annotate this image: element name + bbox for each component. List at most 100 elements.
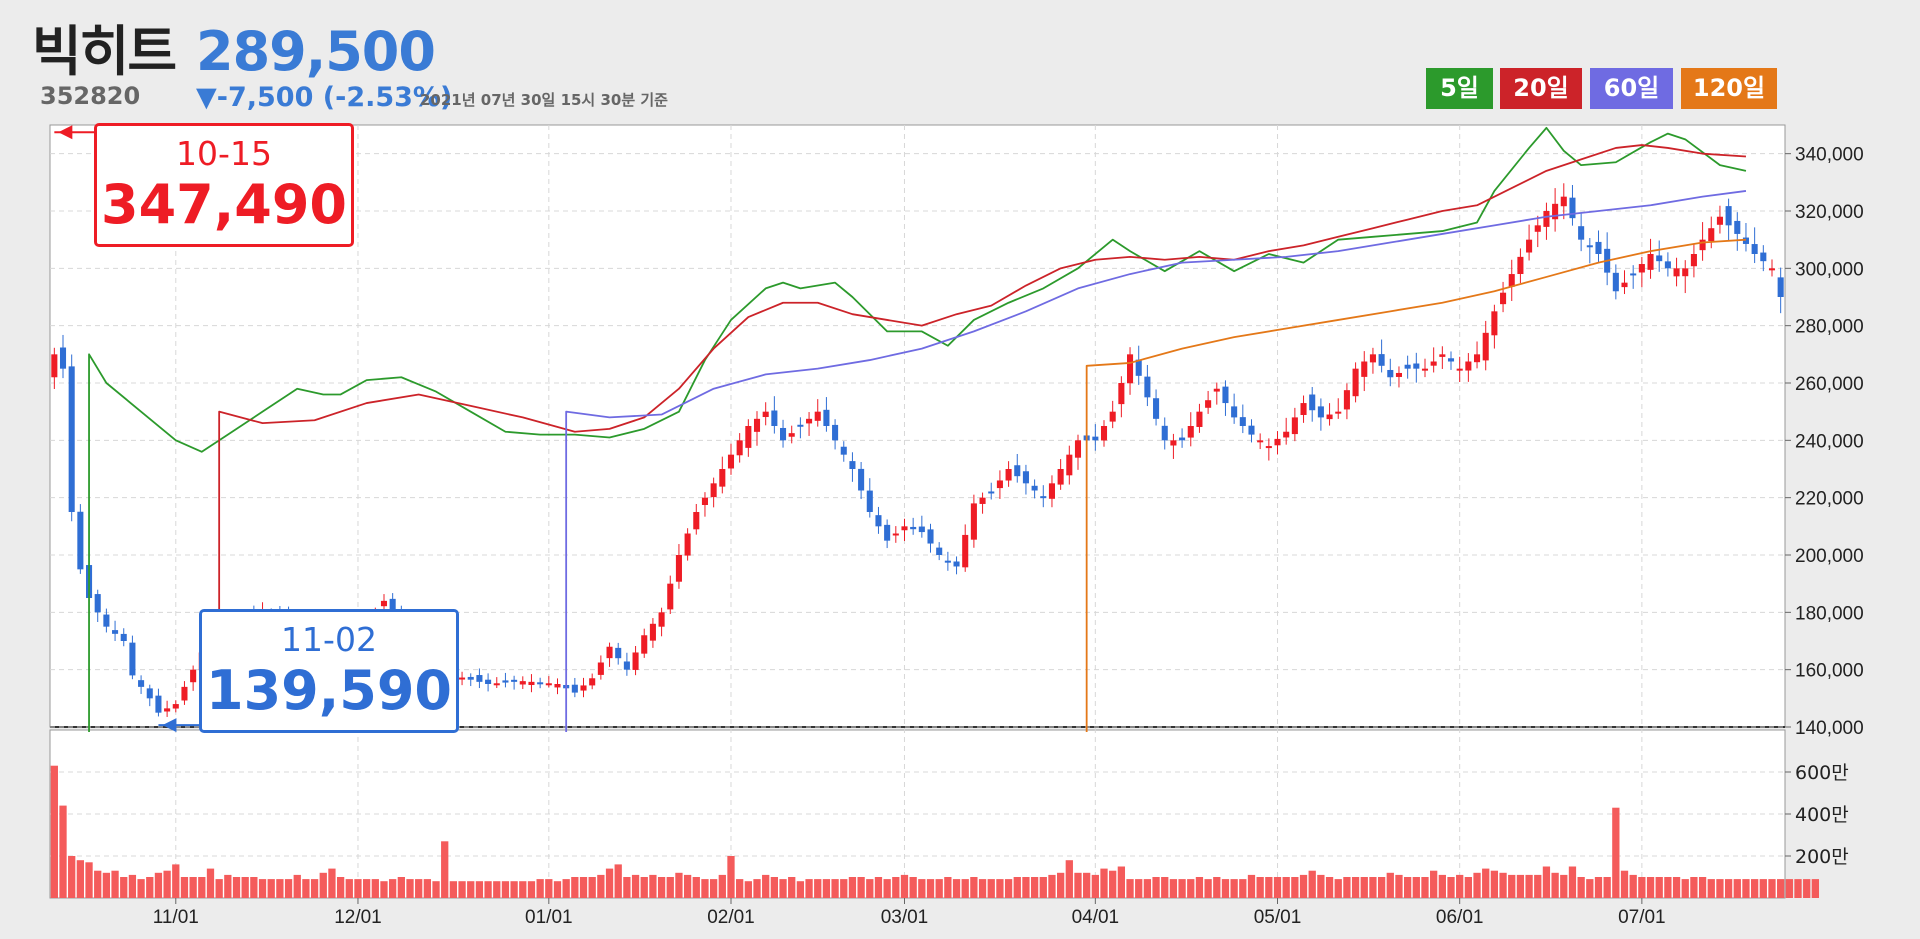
volume-bar [154,872,163,898]
volume-bar [310,879,319,898]
candle-body [1213,388,1220,392]
volume-tick-label: 600만 [1795,762,1849,784]
candle-body [1135,359,1142,376]
candle-body [537,682,544,685]
volume-bar [1681,879,1689,898]
volume-bar [1273,877,1282,898]
volume-bar [1421,877,1429,898]
candle-body [1482,332,1489,361]
volume-bar [1482,868,1490,898]
candle-body [1734,220,1741,234]
volume-bar [397,877,405,898]
date-tick-label: 11/01 [153,907,199,928]
volume-bar [649,874,657,898]
candle-body [571,684,578,693]
candle-body [1187,426,1194,438]
candle-body [970,503,977,540]
candle-body [1092,436,1099,441]
volume-bar [1499,872,1507,898]
volume-bar [866,879,874,898]
volume-bar [284,879,293,898]
volume-bar [1412,877,1420,898]
volume-bar [562,879,570,898]
volume-bar [1811,879,1820,898]
volume-bar [796,881,805,898]
volume-bar [50,765,58,898]
volume-bar [1074,872,1082,898]
volume-bar [675,872,683,898]
candle-body [1552,203,1559,220]
volume-bar [68,856,76,898]
candle-body [1369,354,1376,363]
volume-bar [1239,879,1247,898]
candle-body [1430,361,1437,366]
candle-body [1725,206,1732,226]
volume-tick-label: 400만 [1795,804,1849,826]
date-tick-label: 06/01 [1436,907,1484,928]
candle-body [1500,292,1507,305]
candle-body [849,461,856,469]
volume-bar [1360,877,1368,898]
volume-bar [1030,877,1039,898]
candle-body [684,533,691,556]
candle-body [164,708,171,712]
candle-body [944,560,951,563]
date-tick-label: 02/01 [707,907,755,928]
date-tick-label: 05/01 [1254,907,1302,928]
volume-bar [779,879,787,898]
volume-bar [380,881,388,898]
volume-bar [770,877,779,898]
candle-body [476,675,483,682]
volume-bar [848,877,857,898]
volume-bar [232,877,241,898]
volume-bar [449,881,458,898]
candle-body [988,491,995,494]
volume-bar [692,877,700,898]
volume-bar [250,877,258,898]
volume-bar [1586,879,1594,898]
high-annotation: 10-15 347,490 [94,123,354,247]
volume-bar [736,879,744,898]
candle-body [1274,438,1281,446]
volume-bar [935,879,943,898]
price-tick-label: 240,000 [1795,431,1864,452]
low-value: 139,590 [206,659,452,722]
candle-body [485,679,492,684]
candle-body [736,440,743,456]
candle-body [727,454,735,469]
candle-body [77,511,84,570]
candle-body [1014,465,1021,477]
candle-body [875,515,882,527]
candle-body [701,497,708,505]
volume-bar [1759,879,1767,898]
volume-bar [909,877,917,898]
candle-body [172,704,179,709]
volume-bar [1568,866,1577,898]
volume-bar [1308,870,1316,898]
volume-bar [1733,879,1741,898]
candle-body [675,555,682,582]
volume-bar [224,874,232,898]
candle-body [1109,411,1116,422]
volume-bar [762,874,770,898]
candle-body [1179,437,1186,441]
volume-bar [328,868,336,898]
volume-bar [657,877,666,898]
candle-body [1248,425,1255,435]
volume-bar [276,879,284,898]
volume-bar [1438,874,1446,898]
volume-bar [441,841,449,898]
volume-bar [458,881,466,898]
candle-body [1777,277,1784,297]
volume-bar [840,879,848,898]
volume-bar [1794,879,1802,898]
candle-body [797,424,804,427]
candle-body [667,583,674,610]
candle-body [710,483,717,498]
candle-body [502,680,509,683]
volume-bar [345,879,353,898]
low-date: 11-02 [281,620,377,659]
candle-body [1222,386,1229,404]
volume-bar [553,881,562,898]
candle-body [927,529,934,544]
